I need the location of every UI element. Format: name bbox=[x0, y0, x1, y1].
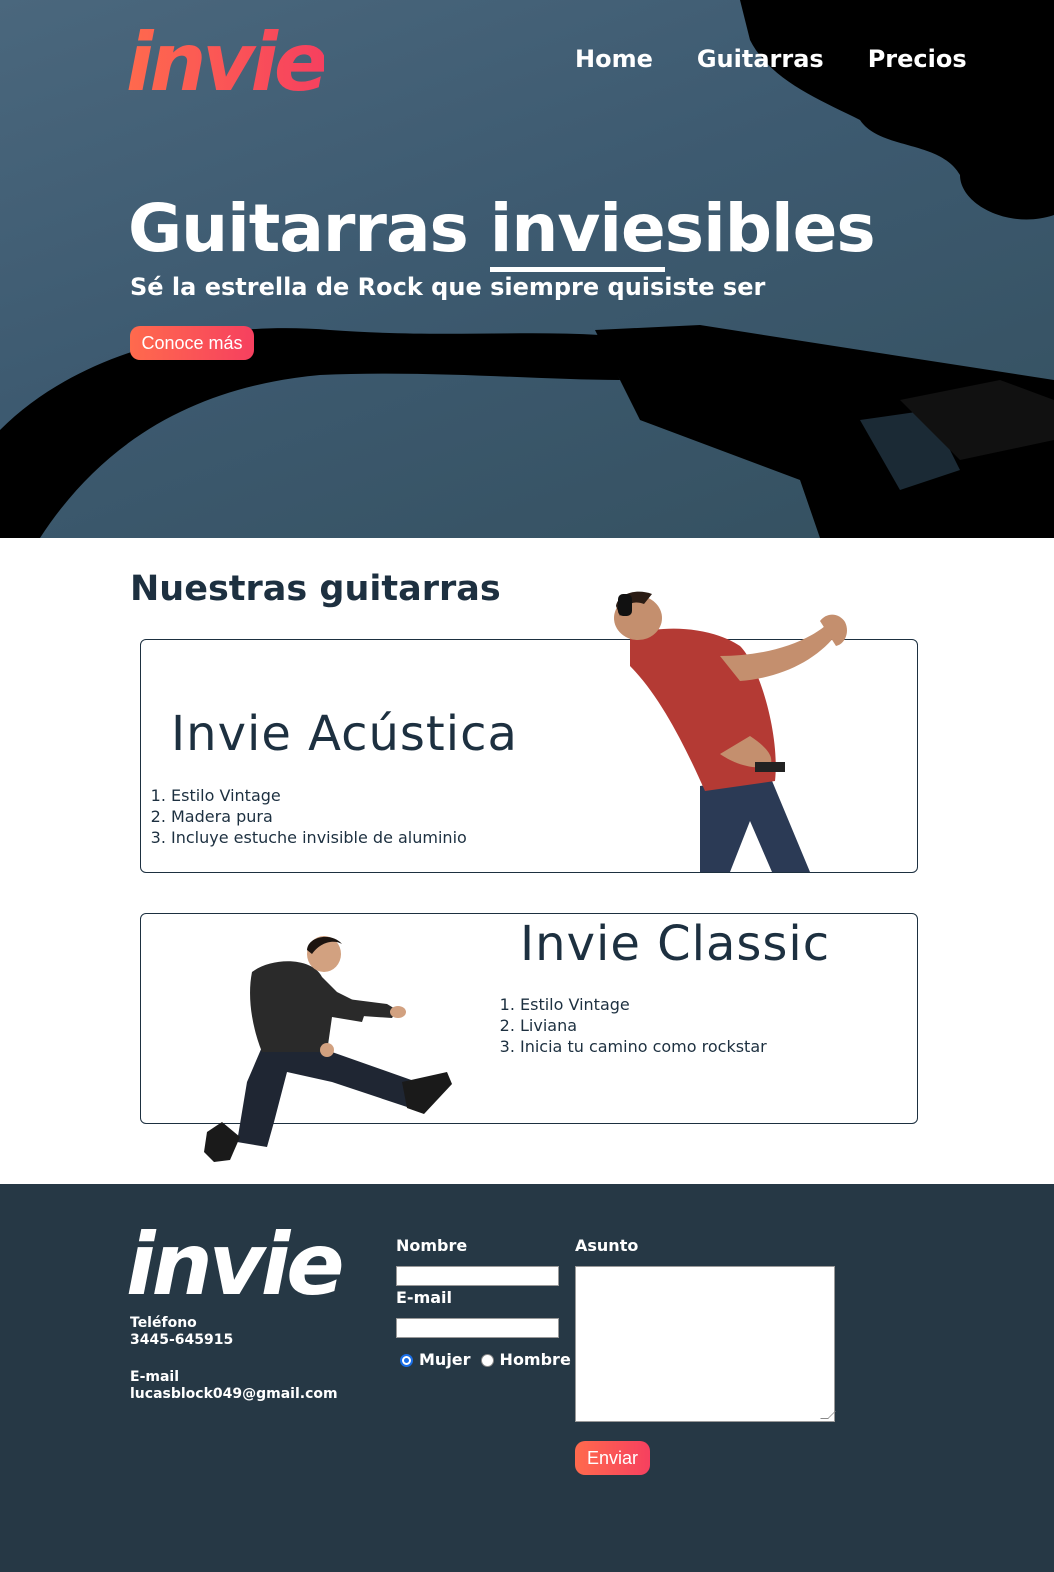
radio-hombre[interactable] bbox=[480, 1353, 494, 1367]
nav-guitarras[interactable]: Guitarras bbox=[697, 42, 824, 76]
list-item: Liviana bbox=[520, 1015, 767, 1036]
guitars-section-title: Nuestras guitarras bbox=[130, 569, 501, 609]
phone-label: Teléfono bbox=[130, 1315, 197, 1331]
hero-subtitle: Sé la estrella de Rock que siempre quisi… bbox=[130, 273, 766, 301]
phone-number: 3445-645915 bbox=[130, 1332, 234, 1348]
guitar-name: Invie Acústica bbox=[171, 706, 518, 762]
email-field-label: E-mail bbox=[396, 1288, 453, 1307]
hero-title: Guitarras inviesibles bbox=[128, 184, 876, 274]
radio-mujer[interactable] bbox=[400, 1353, 413, 1367]
asunto-label: Asunto bbox=[575, 1236, 639, 1255]
footer-logo[interactable]: invie bbox=[126, 1220, 345, 1310]
radio-mujer-label: Mujer bbox=[419, 1350, 471, 1369]
hero-title-start: Guitarras bbox=[128, 190, 490, 267]
list-item: Madera pura bbox=[171, 806, 467, 827]
guitar-features-list: Estilo Vintage Madera pura Incluye estuc… bbox=[141, 785, 467, 848]
nav-precios[interactable]: Precios bbox=[868, 42, 967, 76]
rocker-image-2 bbox=[204, 936, 452, 1162]
header-logo[interactable]: invie bbox=[126, 18, 328, 108]
list-item: Estilo Vintage bbox=[520, 994, 767, 1015]
list-item: Estilo Vintage bbox=[171, 785, 467, 806]
asunto-textarea[interactable] bbox=[575, 1266, 836, 1422]
list-item: Incluye estuche invisible de aluminio bbox=[171, 827, 467, 848]
enviar-button[interactable]: Enviar bbox=[575, 1441, 650, 1475]
resize-handle-icon[interactable] bbox=[820, 1411, 836, 1419]
email-label: E-mail bbox=[130, 1369, 180, 1385]
gender-radio-group: Mujer Hombre bbox=[400, 1350, 571, 1370]
guitar-features-list: Estilo Vintage Liviana Inicia tu camino … bbox=[490, 994, 767, 1057]
nav-home[interactable]: Home bbox=[575, 42, 653, 76]
email-address: lucasblock049@gmail.com bbox=[130, 1386, 338, 1402]
nombre-label: Nombre bbox=[396, 1236, 468, 1255]
guitar-name: Invie Classic bbox=[520, 916, 831, 972]
email-input[interactable] bbox=[396, 1318, 559, 1338]
radio-hombre-label: Hombre bbox=[499, 1350, 571, 1369]
hero-section: invie Home Guitarras Precios Guitarras i… bbox=[0, 0, 1054, 538]
hero-title-end: sibles bbox=[664, 190, 876, 267]
main-nav: Home Guitarras Precios bbox=[575, 42, 967, 76]
hero-title-underlined: invie bbox=[489, 190, 666, 272]
nombre-input[interactable] bbox=[396, 1266, 559, 1286]
rocker-image-1 bbox=[614, 591, 847, 872]
conoce-mas-button[interactable]: Conoce más bbox=[130, 326, 254, 360]
list-item: Inicia tu camino como rockstar bbox=[520, 1036, 767, 1057]
